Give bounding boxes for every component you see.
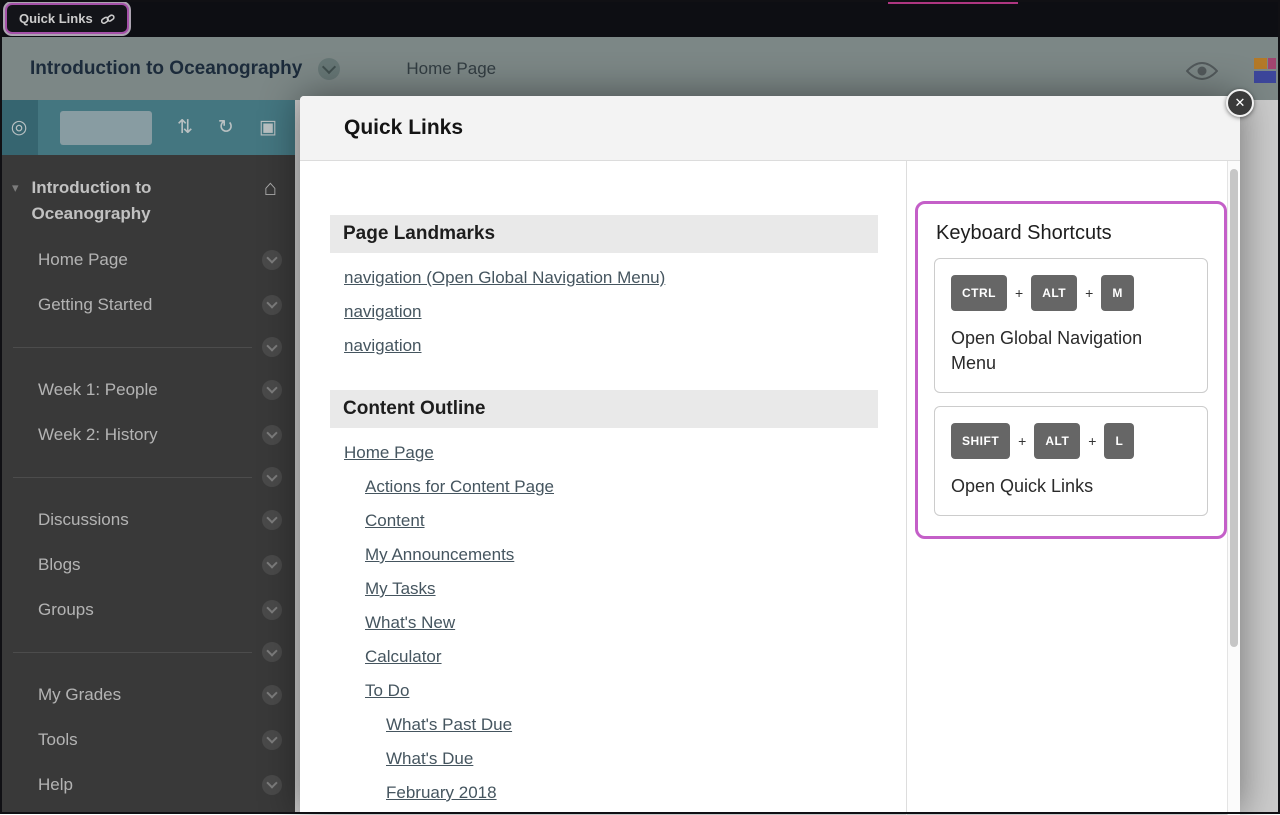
modal-title: Quick Links — [344, 116, 463, 140]
keycap: ALT — [1031, 275, 1077, 311]
outline-link[interactable]: Actions for Content Page — [365, 472, 554, 506]
links-column: Page Landmarks navigation (Open Global N… — [300, 161, 907, 815]
shortcut-keys: SHIFT + ALT + L — [951, 423, 1191, 459]
landmark-links: navigation (Open Global Navigation Menu)… — [330, 263, 906, 365]
plus-separator: + — [1088, 433, 1096, 449]
keycap: CTRL — [951, 275, 1007, 311]
outline-heading: Content Outline — [330, 390, 878, 428]
keycap: ALT — [1034, 423, 1080, 459]
landmark-link[interactable]: navigation — [344, 297, 422, 331]
keycap: L — [1104, 423, 1134, 459]
shortcuts-column: Keyboard Shortcuts CTRL + ALT + M — [907, 161, 1240, 815]
outline-link[interactable]: What's Due — [386, 744, 473, 778]
shortcut-list: CTRL + ALT + M Open Global Navigation Me… — [934, 258, 1208, 516]
shortcut-label: Open Quick Links — [951, 474, 1166, 499]
outline-links: Home Page Actions for Content Page Conte… — [330, 438, 906, 812]
outline-link[interactable]: Content — [365, 506, 425, 540]
outline-link[interactable]: What's New — [365, 608, 455, 642]
outline-link[interactable]: What's Past Due — [386, 710, 512, 744]
plus-separator: + — [1015, 285, 1023, 301]
modal-scrollbar[interactable] — [1227, 161, 1240, 815]
plus-separator: + — [1018, 433, 1026, 449]
shortcut-keys: CTRL + ALT + M — [951, 275, 1191, 311]
modal-header: Quick Links ✕ — [300, 96, 1240, 161]
outline-link[interactable]: To Do — [365, 676, 409, 710]
close-button[interactable]: ✕ — [1226, 89, 1254, 117]
outline-link[interactable]: My Announcements — [365, 540, 514, 574]
shortcut-card: CTRL + ALT + M Open Global Navigation Me… — [934, 258, 1208, 393]
keycap: SHIFT — [951, 423, 1010, 459]
keyboard-shortcuts-panel: Keyboard Shortcuts CTRL + ALT + M — [915, 201, 1227, 539]
shortcut-card: SHIFT + ALT + L Open Quick Links — [934, 406, 1208, 516]
outline-link[interactable]: February 2018 — [386, 778, 497, 812]
outline-link[interactable]: Calculator — [365, 642, 442, 676]
scrollbar-thumb[interactable] — [1230, 169, 1238, 647]
modal-body: Page Landmarks navigation (Open Global N… — [300, 161, 1240, 815]
quick-links-modal: Quick Links ✕ Page Landmarks navigation … — [300, 96, 1240, 814]
shortcuts-heading: Keyboard Shortcuts — [936, 222, 1208, 245]
landmark-link[interactable]: navigation — [344, 331, 422, 365]
shortcut-label: Open Global Navigation Menu — [951, 326, 1166, 376]
landmarks-heading: Page Landmarks — [330, 215, 878, 253]
landmark-link[interactable]: navigation (Open Global Navigation Menu) — [344, 263, 665, 297]
plus-separator: + — [1085, 285, 1093, 301]
outline-link[interactable]: Home Page — [344, 438, 434, 472]
keycap: M — [1101, 275, 1134, 311]
outline-link[interactable]: My Tasks — [365, 574, 436, 608]
